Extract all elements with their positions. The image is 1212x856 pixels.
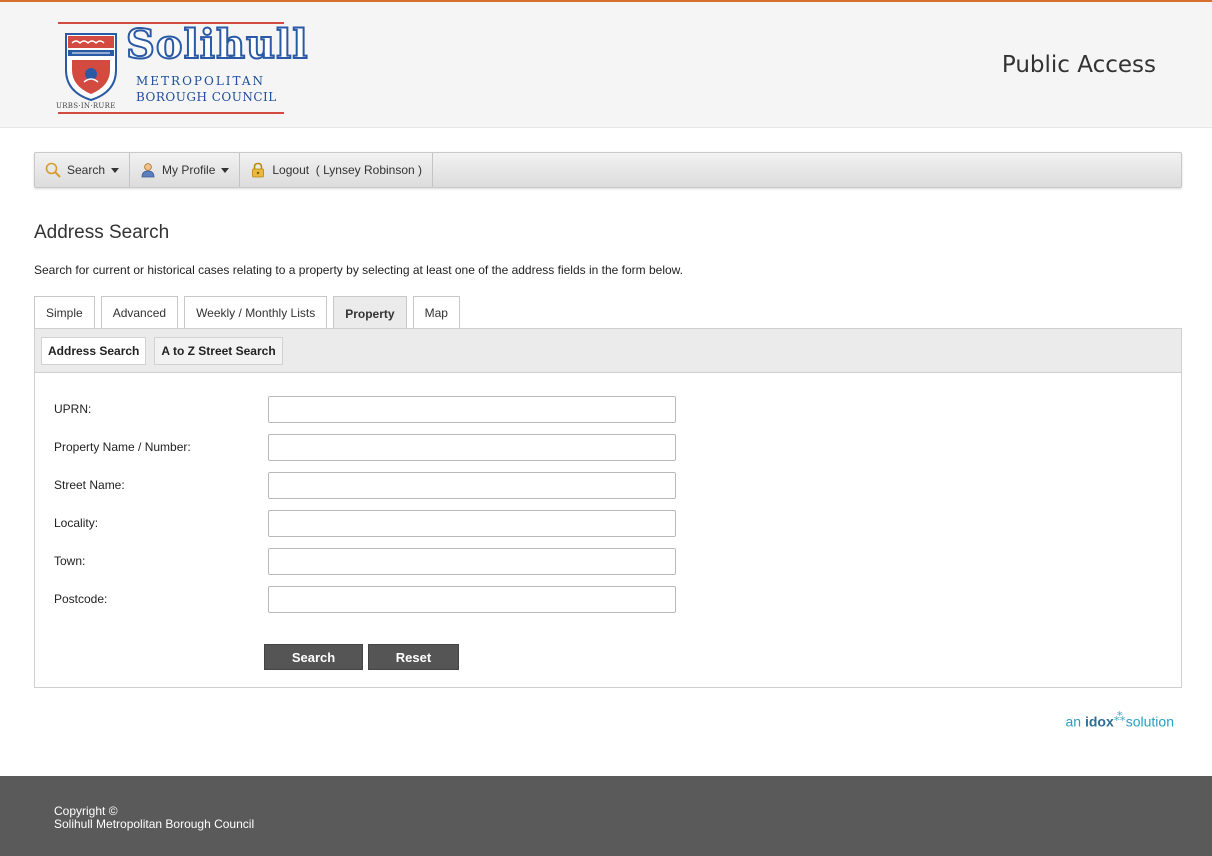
nav-search-menu[interactable]: Search — [35, 153, 131, 187]
logo-subtitle-1: METROPOLITAN — [136, 74, 266, 88]
search-panel: Address Search A to Z Street Search UPRN… — [34, 328, 1182, 688]
idox-wordmark: idox — [1084, 713, 1114, 730]
logo-motto: URBS·IN·RURE — [56, 102, 116, 110]
page-title: Address Search — [34, 222, 170, 243]
form-row-uprn: UPRN: — [54, 396, 704, 424]
logo-wordmark: Solihull — [125, 21, 309, 69]
town-input[interactable] — [268, 548, 676, 575]
idox-branding[interactable]: an idox⁂solution — [1065, 710, 1174, 730]
idox-prefix: an — [1065, 713, 1082, 730]
subtab-address-search[interactable]: Address Search — [41, 336, 147, 365]
app-title: Public Access — [1001, 52, 1156, 78]
site-header: Solihull METROPOLITAN BOROUGH COUNCIL UR… — [0, 2, 1212, 128]
logo-subtitle-2: BOROUGH COUNCIL — [136, 90, 277, 104]
tab-weekly-monthly-lists[interactable]: Weekly / Monthly Lists — [184, 296, 328, 328]
locality-label: Locality: — [54, 516, 99, 530]
tab-map[interactable]: Map — [412, 296, 460, 328]
user-icon — [141, 163, 155, 178]
idox-suffix: solution — [1125, 713, 1174, 730]
street-name-label: Street Name: — [54, 478, 125, 492]
tab-property[interactable]: Property — [333, 296, 407, 330]
main-navbar: Search My Profile Logout ( Lynsey Robins… — [34, 152, 1182, 188]
lock-icon — [252, 162, 265, 178]
nav-logout-link[interactable]: Logout ( Lynsey Robinson ) — [240, 153, 434, 187]
reset-button[interactable]: Reset — [368, 644, 459, 670]
postcode-label: Postcode: — [54, 592, 108, 606]
nav-logout-label: Logout ( Lynsey Robinson ) — [272, 163, 423, 177]
subtab-bar: Address Search A to Z Street Search — [35, 329, 1181, 373]
nav-profile-label: My Profile — [162, 163, 216, 177]
chevron-down-icon — [221, 167, 230, 173]
postcode-input[interactable] — [268, 586, 676, 613]
footer-council-name: Solihull Metropolitan Borough Council — [54, 817, 255, 831]
property-name-input[interactable] — [268, 434, 676, 461]
uprn-input[interactable] — [268, 396, 676, 423]
council-logo[interactable]: Solihull METROPOLITAN BOROUGH COUNCIL UR… — [52, 21, 309, 114]
chevron-down-icon — [111, 167, 120, 173]
search-tabs: Simple Advanced Weekly / Monthly Lists P… — [34, 296, 460, 330]
council-crest-icon — [65, 33, 117, 102]
form-row-postcode: Postcode: — [54, 586, 704, 614]
footer-copyright: Copyright © Solihull Metropolitan Boroug… — [54, 805, 254, 831]
property-name-label: Property Name / Number: — [54, 440, 191, 454]
uprn-label: UPRN: — [54, 402, 92, 416]
tab-advanced[interactable]: Advanced — [100, 296, 179, 328]
form-row-property-name: Property Name / Number: — [54, 434, 704, 462]
locality-input[interactable] — [268, 510, 676, 537]
page-intro-text: Search for current or historical cases r… — [34, 263, 684, 277]
search-button[interactable]: Search — [264, 644, 363, 670]
form-row-town: Town: — [54, 548, 704, 576]
form-row-locality: Locality: — [54, 510, 704, 538]
search-icon — [45, 162, 61, 178]
town-label: Town: — [54, 554, 86, 568]
nav-profile-menu[interactable]: My Profile — [130, 153, 241, 187]
street-name-input[interactable] — [268, 472, 676, 499]
tab-simple[interactable]: Simple — [34, 296, 95, 328]
idox-star-icon: ⁂ — [1113, 710, 1126, 724]
nav-search-label: Search — [67, 163, 106, 177]
subtab-a-to-z-street-search[interactable]: A to Z Street Search — [154, 336, 283, 365]
site-footer: Copyright © Solihull Metropolitan Boroug… — [0, 776, 1212, 856]
form-row-street-name: Street Name: — [54, 472, 704, 500]
logo-rule-bottom — [58, 112, 284, 114]
